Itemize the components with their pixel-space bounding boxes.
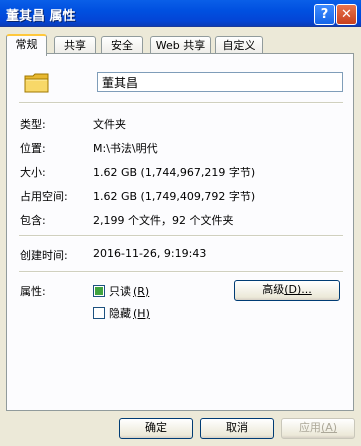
attributes-label: 属性:: [20, 285, 46, 298]
apply-key: (A): [320, 421, 338, 434]
separator: [19, 102, 343, 104]
title-bar[interactable]: 董其昌 属性 ? ✕: [0, 0, 361, 27]
size-value: 1.62 GB (1,744,967,219 字节): [93, 166, 256, 179]
disk-size-value: 1.62 GB (1,749,409,792 字节): [93, 190, 256, 203]
hidden-label: 隐藏: [109, 307, 131, 320]
hidden-key: (H): [133, 306, 150, 320]
cancel-button[interactable]: 取消: [200, 418, 274, 439]
advanced-key: (D)...: [284, 283, 312, 296]
created-label: 创建时间:: [20, 249, 68, 262]
contains-value: 2,199 个文件，92 个文件夹: [93, 214, 234, 227]
hidden-check-box[interactable]: [93, 307, 105, 319]
separator: [19, 235, 343, 237]
ok-button[interactable]: 确定: [119, 418, 193, 439]
apply-label: 应用: [298, 421, 321, 434]
created-value: 2016-11-26, 9:19:43: [93, 247, 207, 260]
separator: [19, 271, 343, 273]
window-title: 董其昌 属性: [6, 9, 76, 24]
disk-size-label: 占用空间:: [20, 190, 68, 203]
close-icon: ✕: [341, 7, 352, 22]
close-button[interactable]: ✕: [336, 4, 357, 25]
type-value: 文件夹: [93, 118, 126, 131]
hidden-checkbox[interactable]: 隐藏 (H): [93, 305, 150, 321]
location-label: 位置:: [20, 142, 46, 155]
folder-icon: [24, 72, 50, 97]
advanced-button[interactable]: 高级(D)...: [234, 280, 340, 301]
type-label: 类型:: [20, 118, 46, 131]
help-icon: ?: [320, 7, 329, 22]
help-button[interactable]: ?: [314, 4, 335, 25]
apply-button[interactable]: 应用(A): [281, 418, 355, 439]
folder-name-input[interactable]: [97, 72, 343, 92]
advanced-label: 高级: [262, 283, 285, 296]
size-label: 大小:: [20, 166, 46, 179]
contains-label: 包含:: [20, 214, 46, 227]
readonly-key: (R): [133, 284, 150, 298]
general-panel: 类型: 文件夹 位置: M:\书法\明代 大小: 1.62 GB (1,744,…: [6, 53, 354, 411]
readonly-check-box[interactable]: [93, 285, 105, 297]
readonly-label: 只读: [109, 285, 131, 298]
tab-general[interactable]: 常规: [6, 34, 47, 56]
location-value: M:\书法\明代: [93, 142, 158, 155]
readonly-checkbox[interactable]: 只读 (R): [93, 283, 149, 299]
